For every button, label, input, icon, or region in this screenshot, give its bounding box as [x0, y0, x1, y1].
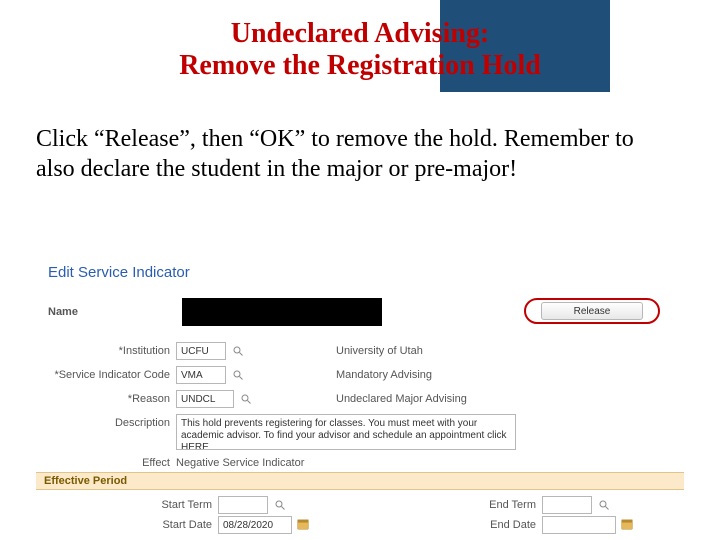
sic-input[interactable] [176, 366, 226, 384]
start-term-input[interactable] [218, 496, 268, 514]
start-date-label: Start Date [36, 519, 212, 531]
reason-value: Undeclared Major Advising [336, 393, 467, 405]
release-highlight-oval: Release [524, 298, 660, 324]
redacted-name [182, 298, 382, 326]
institution-value: University of Utah [336, 345, 423, 357]
embedded-screenshot: Edit Service Indicator Name Release *Ins… [36, 258, 684, 520]
sic-value: Mandatory Advising [336, 369, 432, 381]
sic-label: *Service Indicator Code [36, 369, 170, 381]
release-button[interactable]: Release [541, 302, 643, 320]
slide-title: Undeclared Advising: Remove the Registra… [0, 18, 720, 82]
lookup-icon[interactable] [238, 391, 254, 407]
reason-label: *Reason [36, 393, 170, 405]
end-term-label: End Term [416, 499, 536, 511]
end-date-label: End Date [416, 519, 536, 531]
reason-input[interactable] [176, 390, 234, 408]
name-row: Name Release [42, 302, 678, 326]
term-row: Start Term End Term [36, 496, 672, 518]
calendar-icon[interactable] [620, 517, 636, 533]
lookup-icon[interactable] [230, 343, 246, 359]
sic-row: *Service Indicator Code Mandatory Advisi… [36, 366, 672, 388]
effect-label: Effect [36, 457, 170, 469]
institution-input[interactable] [176, 342, 226, 360]
slide-body-text: Click “Release”, then “OK” to remove the… [36, 124, 676, 184]
title-line-2: Remove the Registration Hold [179, 50, 541, 81]
effect-value: Negative Service Indicator [176, 457, 304, 469]
lookup-icon[interactable] [596, 497, 612, 513]
reason-row: *Reason Undeclared Major Advising [36, 390, 672, 412]
name-label: Name [48, 306, 78, 318]
lookup-icon[interactable] [272, 497, 288, 513]
end-date-input[interactable] [542, 516, 616, 534]
start-term-label: Start Term [36, 499, 212, 511]
lookup-icon[interactable] [230, 367, 246, 383]
effective-period-section: Effective Period [36, 472, 684, 490]
description-row: Description This hold prevents registeri… [36, 414, 672, 454]
description-label: Description [36, 417, 170, 429]
institution-row: *Institution University of Utah [36, 342, 672, 364]
date-row: Start Date End Date [36, 516, 672, 538]
institution-label: *Institution [36, 345, 170, 357]
title-line-1: Undeclared Advising: [231, 18, 490, 49]
end-term-input[interactable] [542, 496, 592, 514]
calendar-icon[interactable] [296, 517, 312, 533]
page-title: Edit Service Indicator [48, 264, 190, 281]
description-textarea[interactable]: This hold prevents registering for class… [176, 414, 516, 450]
slide: Undeclared Advising: Remove the Registra… [0, 0, 720, 540]
start-date-input[interactable] [218, 516, 292, 534]
